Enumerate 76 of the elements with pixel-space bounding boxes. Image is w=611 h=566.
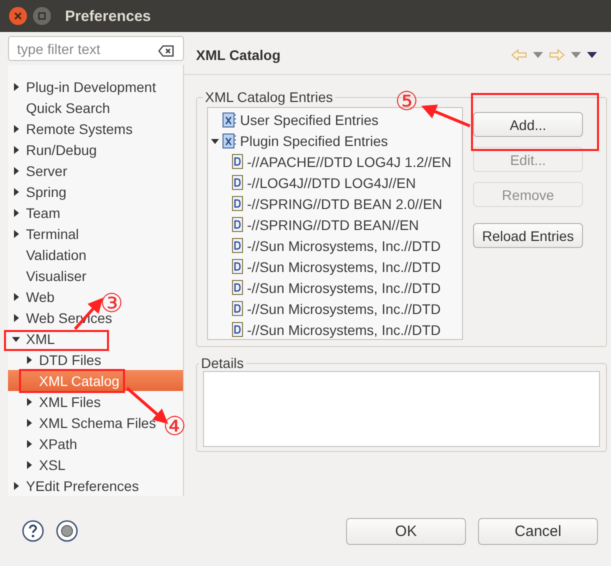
menu-icon[interactable] (587, 52, 597, 58)
window-title: Preferences (65, 8, 151, 24)
collapsed-triangle-icon[interactable] (11, 480, 21, 490)
tree-item[interactable]: Visualiser (26, 268, 86, 284)
collapsed-triangle-icon[interactable] (11, 312, 21, 322)
collapsed-triangle-icon[interactable] (24, 460, 34, 470)
action-button[interactable]: Add... (473, 112, 583, 137)
arrow (421, 104, 471, 128)
step-number: ④ (163, 414, 186, 440)
minimize-icon[interactable] (33, 7, 51, 25)
collapsed-triangle-icon[interactable] (11, 82, 21, 92)
catalog-icon (222, 132, 236, 148)
document-icon (232, 280, 243, 295)
collapsed-triangle-icon[interactable] (24, 396, 34, 406)
tree-item[interactable]: XML Files (39, 394, 101, 410)
collapsed-triangle-icon[interactable] (11, 228, 21, 238)
tree-item[interactable]: Server (26, 162, 68, 178)
dropdown-icon[interactable] (533, 52, 543, 58)
document-icon (232, 259, 243, 274)
tree-item[interactable]: -//LOG4J//DTD LOG4J//EN (247, 174, 416, 190)
tree-item[interactable]: -//Sun Microsystems, Inc.//DTD (247, 280, 441, 296)
tree-item[interactable]: -//Sun Microsystems, Inc.//DTD (247, 322, 441, 338)
tree-item[interactable]: Plugin Specified Entries (240, 132, 388, 148)
tree-item[interactable]: Web (26, 288, 55, 304)
tree-item[interactable]: Plug-in Development (26, 78, 156, 94)
tree-item[interactable]: -//SPRING//DTD BEAN 2.0//EN (247, 196, 442, 212)
step-number: ③ (100, 291, 123, 317)
document-icon (232, 238, 243, 253)
page-title: XML Catalog (196, 47, 281, 63)
group-label: XML Catalog Entries (204, 89, 334, 105)
tree-item[interactable]: Validation (26, 246, 86, 262)
action-button[interactable]: Reload Entries (473, 223, 583, 248)
document-icon (232, 196, 243, 211)
dropdown-icon[interactable] (571, 52, 581, 58)
collapsed-triangle-icon[interactable] (11, 124, 21, 134)
collapsed-triangle-icon[interactable] (11, 144, 21, 154)
tree-item[interactable]: Quick Search (26, 100, 110, 116)
document-icon (232, 154, 243, 169)
tree-item[interactable]: -//Sun Microsystems, Inc.//DTD (247, 300, 441, 316)
help-icon[interactable] (22, 520, 44, 542)
group-label: Details (200, 355, 245, 371)
close-icon[interactable] (9, 7, 27, 25)
tree-item[interactable]: XPath (39, 436, 78, 452)
collapsed-triangle-icon[interactable] (24, 354, 34, 364)
catalog-icon (222, 112, 236, 128)
record-icon[interactable] (56, 520, 78, 542)
document-icon (232, 217, 243, 232)
dialog-button[interactable]: Cancel (478, 518, 598, 544)
dialog-button[interactable]: OK (346, 518, 466, 544)
collapsed-triangle-icon[interactable] (11, 292, 21, 302)
tree-item[interactable]: -//APACHE//DTD LOG4J 1.2//EN (247, 154, 452, 170)
collapsed-triangle-icon[interactable] (11, 166, 21, 176)
tree-item[interactable]: User Specified Entries (240, 112, 379, 128)
collapsed-triangle-icon[interactable] (24, 438, 34, 448)
tree-item[interactable]: DTD Files (39, 352, 102, 368)
collapsed-triangle-icon[interactable] (11, 208, 21, 218)
tree-item[interactable]: Run/Debug (26, 142, 97, 158)
collapsed-triangle-icon[interactable] (24, 418, 34, 428)
tree-item[interactable]: XML Schema Files (39, 414, 156, 430)
document-icon (232, 322, 243, 337)
tree-item[interactable]: Remote Systems (26, 120, 133, 136)
tree-item[interactable]: -//Sun Microsystems, Inc.//DTD (247, 238, 441, 254)
tree-item[interactable]: Team (26, 204, 60, 220)
tree-item[interactable]: -//Sun Microsystems, Inc.//DTD (247, 258, 441, 274)
tree-item[interactable]: XSL (39, 456, 66, 472)
tree-item[interactable]: XML (26, 330, 55, 346)
tree-item[interactable]: Terminal (26, 226, 79, 242)
document-icon (232, 301, 243, 316)
tree-item[interactable]: Spring (26, 184, 66, 200)
tree-item[interactable]: -//SPRING//DTD BEAN//EN (247, 216, 419, 232)
tree-item[interactable]: YEdit Preferences (26, 478, 139, 494)
filter-field[interactable]: type filter text (8, 36, 184, 61)
clear-icon[interactable] (158, 45, 174, 57)
collapsed-triangle-icon[interactable] (11, 186, 21, 196)
step-number: ⑤ (395, 89, 418, 115)
document-icon (232, 175, 243, 190)
